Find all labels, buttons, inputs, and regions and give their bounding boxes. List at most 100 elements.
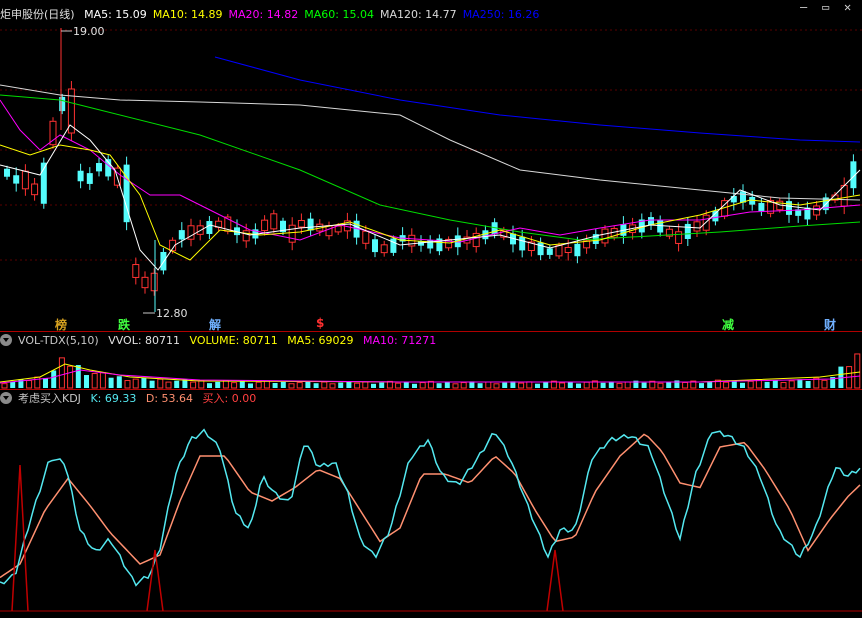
volume-bar-down: [403, 382, 409, 388]
volume-panel[interactable]: VOL-TDX(5,10) VVOL: 80711 VOLUME: 80711 …: [0, 332, 862, 389]
candle-up: [261, 219, 269, 232]
volume-bar-down: [641, 382, 647, 388]
volume-bar-up: [788, 380, 795, 389]
volume-bar-up: [1, 383, 8, 389]
volume-bar-down: [731, 380, 737, 388]
volume-bar-down: [248, 383, 253, 388]
candle-down: [206, 221, 213, 234]
candle-up: [380, 244, 388, 254]
volume-bar-up: [67, 365, 74, 389]
candle-down: [758, 202, 765, 211]
signal-die: 跌: [118, 318, 131, 331]
volume-bar-down: [444, 382, 450, 388]
candle-up: [675, 231, 683, 244]
volume-bar-down: [740, 382, 745, 388]
price-panel[interactable]: 炬申股份(日线) MA5: 15.09 MA10: 14.89 MA20: 14.8…: [0, 0, 862, 331]
volume-bar-up: [362, 381, 369, 389]
volume-bar-up: [616, 382, 623, 389]
volume-bar-down: [207, 383, 212, 388]
candle-up: [49, 120, 57, 146]
low-label: 12.80: [156, 307, 188, 320]
volume-bar-down: [84, 375, 89, 388]
kdj-chart[interactable]: [0, 390, 862, 618]
volume-bar-down: [543, 382, 549, 388]
volume-bar-up: [526, 381, 533, 389]
volume-bar-down: [10, 381, 16, 388]
volume-bar-up: [329, 383, 336, 389]
volume-bar-up: [91, 373, 98, 389]
volume-bar-up: [493, 383, 500, 389]
volume-bar-up: [559, 382, 566, 389]
candle-down: [178, 230, 185, 240]
volume-bar-down: [182, 379, 188, 388]
candle-down: [730, 196, 737, 203]
volume-bar-up: [485, 381, 492, 389]
volume-bar-down: [346, 381, 352, 388]
volume-bar-down: [239, 381, 245, 388]
volume-bar-up: [583, 381, 590, 389]
candle-up: [555, 244, 563, 257]
volume-bar-down: [436, 383, 442, 388]
candle-down: [546, 248, 553, 255]
high-label: 19.00: [73, 25, 105, 38]
candle-down: [648, 217, 654, 226]
kdj-panel[interactable]: 考虑买入KDJ K: 69.33 D: 53.64 买入: 0.00: [0, 390, 862, 618]
candle-up: [288, 224, 296, 243]
volume-bar-up: [780, 382, 787, 389]
candle-up: [141, 276, 149, 289]
volume-bar-up: [682, 381, 689, 389]
signal-dollar: $: [316, 316, 325, 330]
volume-bar-up: [460, 382, 467, 389]
volume-bar-down: [108, 377, 114, 388]
kdj-d-line: [0, 433, 861, 579]
volume-bar-down: [772, 380, 778, 388]
volume-bar-up: [165, 381, 172, 389]
candle-down: [684, 223, 691, 239]
volume-bar-up: [190, 381, 197, 389]
volume-bar-down: [379, 382, 385, 388]
candle-down: [786, 201, 792, 215]
candle-down: [96, 163, 102, 172]
candle-up: [325, 225, 333, 237]
candle-up: [362, 230, 370, 244]
signal-jie: 解: [209, 318, 222, 331]
volume-bar-up: [354, 382, 361, 389]
kdj-k-line: [0, 428, 861, 587]
volume-bar-down: [764, 381, 770, 388]
candlestick-chart[interactable]: 19.00 12.80: [0, 0, 862, 331]
volume-bar-up: [624, 381, 631, 389]
volume-bar-up: [231, 382, 238, 389]
volume-bar-down: [149, 380, 155, 388]
volume-bar-down: [305, 381, 311, 388]
volume-bar-down: [280, 381, 286, 388]
candle-down: [86, 173, 93, 184]
volume-ma5-line: [0, 363, 861, 383]
volume-chart[interactable]: [0, 332, 862, 389]
volume-bar-down: [215, 381, 221, 388]
candle-up: [242, 230, 250, 242]
volume-bar-up: [854, 353, 861, 389]
volume-bar-down: [51, 370, 57, 388]
volume-bar-up: [132, 378, 139, 389]
volume-bar-down: [576, 383, 581, 388]
volume-bar-up: [452, 383, 459, 389]
volume-bar-down: [43, 378, 48, 388]
candle-up: [31, 183, 39, 196]
signal-jian: 减: [722, 318, 735, 331]
candle-up: [132, 264, 140, 278]
candle-down: [77, 170, 84, 182]
signal-cai: 财: [824, 318, 837, 331]
candle-up: [150, 272, 158, 292]
signal-bang: 榜: [55, 318, 68, 331]
volume-bar-up: [124, 380, 131, 389]
volume-bar-down: [75, 365, 81, 388]
volume-bar-down: [412, 383, 417, 388]
volume-bar-down: [174, 380, 180, 388]
candle-down: [574, 243, 581, 257]
candle-up: [601, 228, 609, 244]
volume-bar-down: [567, 381, 573, 388]
candle-down: [390, 238, 397, 253]
candle-down: [712, 210, 719, 222]
candle-down: [13, 175, 20, 184]
volume-bar-down: [272, 382, 278, 388]
